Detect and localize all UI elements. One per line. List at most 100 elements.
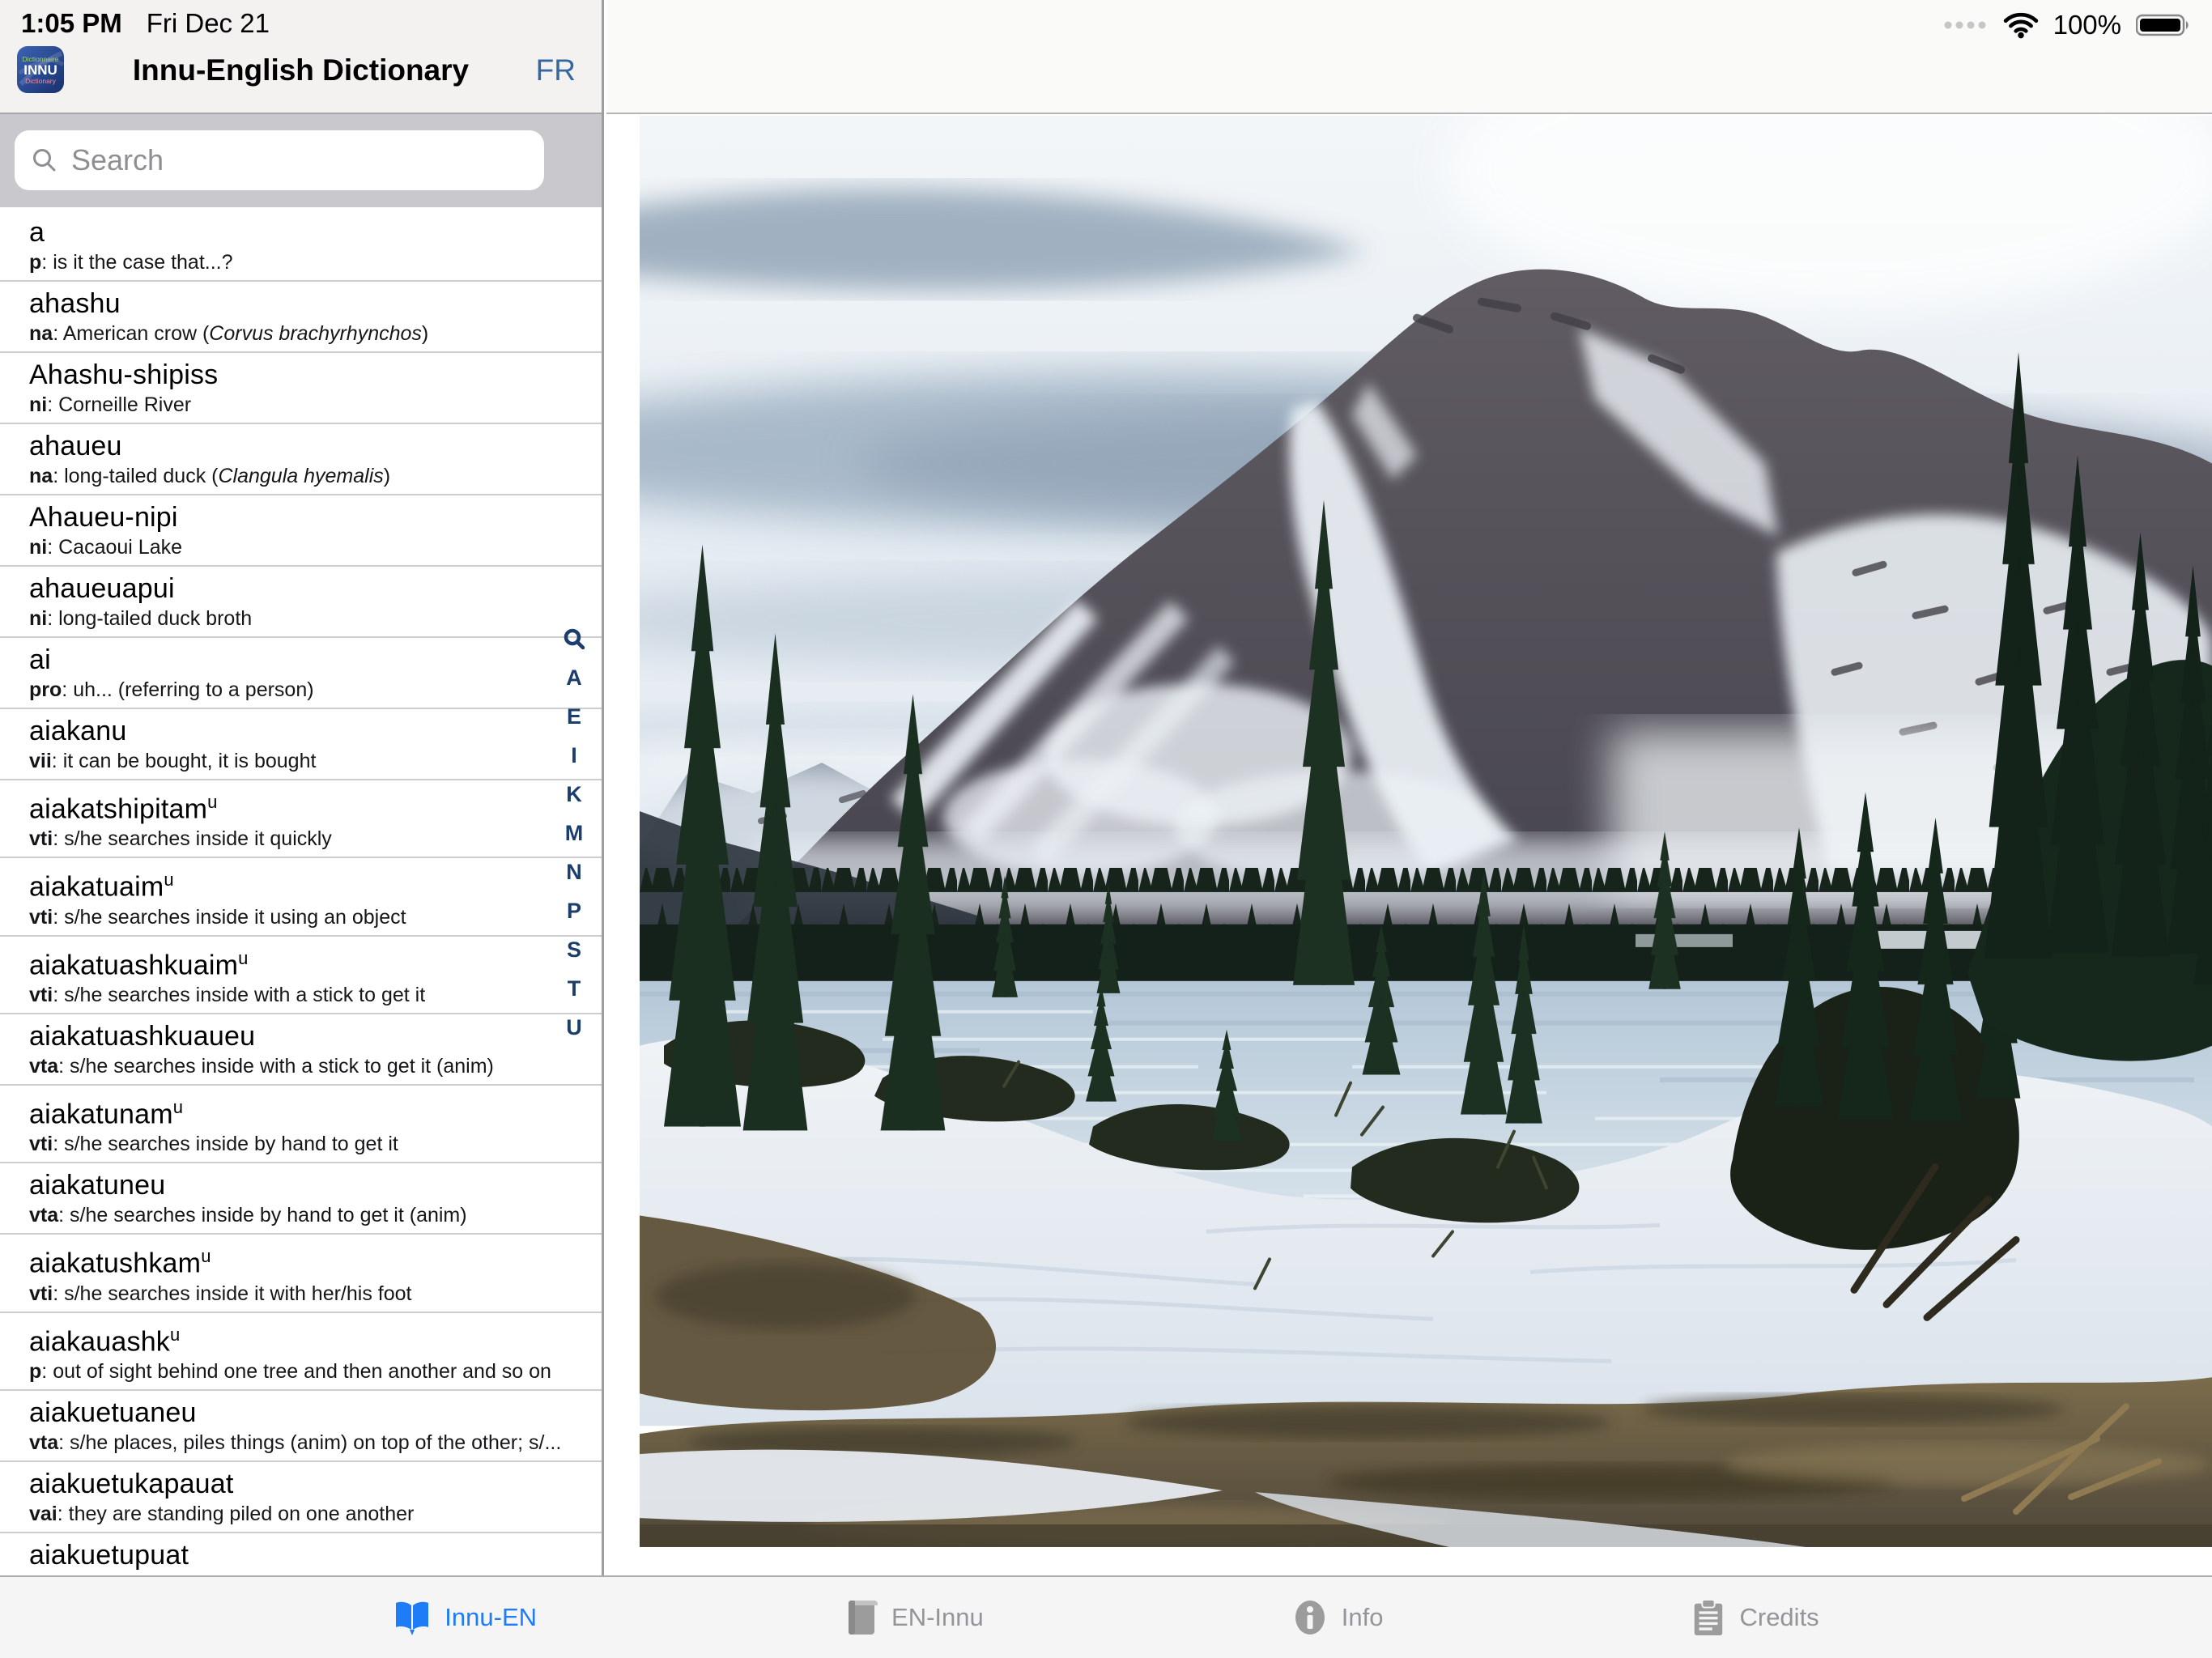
entry-definition: p: is it the case that...? (29, 249, 566, 275)
entry-definition: vti: s/he searches inside with a stick t… (29, 982, 566, 1008)
status-time: 1:05 PM (21, 8, 122, 39)
index-letter-m[interactable]: M (565, 822, 584, 844)
entry-definition: vti: s/he searches inside by hand to get… (29, 1131, 566, 1157)
wifi-icon (2003, 11, 2039, 39)
cellular-dots-icon (1943, 20, 1989, 30)
index-search-icon[interactable] (564, 628, 585, 650)
dictionary-entry[interactable]: ahaueuna: long-tailed duck (Clangula hye… (0, 424, 602, 495)
search-band (0, 114, 602, 207)
tab-en-innu[interactable]: EN-Innu (844, 1599, 984, 1636)
dictionary-entry[interactable]: aiakuetukapauatvai: they are standing pi… (0, 1462, 602, 1533)
dictionary-entry[interactable]: aiakatshipitamuvti: s/he searches inside… (0, 780, 602, 858)
sidebar-header: 1:05 PM Fri Dec 21 Dictionnaire INNU Dic… (0, 0, 602, 114)
entry-headword: aiakatunamu (29, 1090, 566, 1131)
dictionary-entry[interactable]: aiakatuashkuaimuvti: s/he searches insid… (0, 937, 602, 1014)
index-letter-u[interactable]: U (566, 1016, 582, 1039)
index-letter-t[interactable]: T (568, 977, 581, 1000)
status-bar-right: 100% (1943, 10, 2193, 40)
entry-definition: vai: they are standing piled on one anot… (29, 1501, 566, 1527)
entry-headword: aiakatuashkuaimu (29, 942, 566, 982)
entry-headword: Ahaueu-nipi (29, 500, 566, 534)
tab-innu-en[interactable]: Innu-EN (393, 1600, 537, 1635)
entry-definition: vti: s/he searches inside it using an ob… (29, 904, 566, 930)
index-letter-n[interactable]: N (566, 861, 582, 883)
entry-definition: ni: long-tailed duck broth (29, 606, 566, 631)
dictionary-entry[interactable]: Ahashu-shipissni: Corneille River (0, 353, 602, 424)
tab-bar: Innu-EN EN-Innu Info Credits (0, 1575, 2212, 1658)
entry-headword: ahashu (29, 287, 566, 321)
search-input[interactable] (71, 143, 528, 177)
battery-icon (2136, 12, 2193, 38)
dictionary-entry[interactable]: aipro: uh... (referring to a person) (0, 638, 602, 709)
dictionary-entry[interactable]: aiakatushkamuvti: s/he searches inside i… (0, 1235, 602, 1312)
dictionary-entry[interactable]: aiakatuashkuaueuvta: s/he searches insid… (0, 1014, 602, 1086)
tab-label: Innu-EN (445, 1603, 537, 1632)
index-letter-e[interactable]: E (567, 705, 581, 728)
entry-headword: aiakuetupuat (29, 1538, 566, 1572)
info-icon (1291, 1599, 1329, 1636)
dictionary-entry[interactable]: ahaueuapuini: long-tailed duck broth (0, 567, 602, 638)
dictionary-entry[interactable]: aiakatuaimuvti: s/he searches inside it … (0, 858, 602, 936)
tab-label: EN-Innu (891, 1603, 984, 1632)
battery-percent: 100% (2053, 10, 2121, 40)
dictionary-entry[interactable]: aiakanuvii: it can be bought, it is boug… (0, 709, 602, 780)
landscape-photo (640, 116, 2212, 1547)
entry-definition: na: long-tailed duck (Clangula hyemalis) (29, 463, 566, 489)
entry-headword: aiakauashku (29, 1318, 566, 1358)
entry-definition: vii: it can be bought, it is bought (29, 748, 566, 774)
page-title: Innu-English Dictionary (0, 53, 602, 87)
tab-credits[interactable]: Credits (1691, 1598, 1819, 1637)
index-letter-s[interactable]: S (567, 938, 581, 961)
language-toggle-button[interactable]: FR (536, 53, 576, 87)
dictionary-entry[interactable]: aiakuetupuatvai: things (anim) are place… (0, 1533, 602, 1575)
dictionary-entry[interactable]: aiakatuneuvta: s/he searches inside by h… (0, 1163, 602, 1235)
dictionary-entry[interactable]: aiakauashkup: out of sight behind one tr… (0, 1313, 602, 1391)
entry-definition: na: American crow (Corvus brachyrhynchos… (29, 321, 566, 346)
dictionary-entry[interactable]: ap: is it the case that...? (0, 210, 602, 282)
entry-definition: ni: Corneille River (29, 392, 566, 418)
entry-headword: ahaueu (29, 429, 566, 463)
index-letter-a[interactable]: A (566, 666, 582, 689)
entry-headword: ai (29, 643, 566, 677)
search-field[interactable] (15, 130, 544, 190)
clipboard-icon (1691, 1598, 1726, 1637)
closed-book-icon (844, 1599, 878, 1636)
entry-definition: pro: uh... (referring to a person) (29, 677, 566, 703)
status-date: Fri Dec 21 (147, 8, 270, 39)
dictionary-entry[interactable]: ahashuna: American crow (Corvus brachyrh… (0, 282, 602, 353)
entry-definition: vta: s/he searches inside by hand to get… (29, 1202, 566, 1228)
section-index: AEIKMNPSTU (559, 628, 589, 1039)
entry-definition: vta: s/he searches inside with a stick t… (29, 1053, 566, 1079)
entry-headword: aiakanu (29, 714, 566, 748)
detail-pane (606, 0, 2212, 1575)
search-icon (31, 147, 58, 174)
entry-headword: a (29, 215, 566, 249)
entry-definition: vta: s/he places, piles things (anim) on… (29, 1430, 566, 1456)
index-letter-p[interactable]: P (567, 899, 581, 922)
entry-definition: vti: s/he searches inside it with her/hi… (29, 1281, 566, 1307)
entry-headword: aiakuetuaneu (29, 1396, 566, 1430)
entry-headword: aiakuetukapauat (29, 1467, 566, 1501)
index-letter-k[interactable]: K (566, 783, 582, 806)
tab-label: Credits (1739, 1603, 1819, 1632)
entry-list: ap: is it the case that...?ahashuna: Ame… (0, 207, 602, 1575)
dictionary-entry[interactable]: Ahaueu-nipini: Cacaoui Lake (0, 495, 602, 567)
sidebar: 1:05 PM Fri Dec 21 Dictionnaire INNU Dic… (0, 0, 604, 1575)
entry-headword: ahaueuapui (29, 572, 566, 606)
entry-definition: ni: Cacaoui Lake (29, 534, 566, 560)
open-book-icon (393, 1600, 432, 1635)
index-letter-i[interactable]: I (571, 744, 577, 767)
entry-headword: aiakatuaimu (29, 863, 566, 903)
entry-headword: Ahashu-shipiss (29, 358, 566, 392)
entry-headword: aiakatuashkuaueu (29, 1019, 566, 1053)
entry-headword: aiakatushkamu (29, 1239, 566, 1280)
dictionary-entry[interactable]: aiakuetuaneuvta: s/he places, piles thin… (0, 1391, 602, 1462)
dictionary-entry[interactable]: aiakatunamuvti: s/he searches inside by … (0, 1086, 602, 1163)
entry-definition: p: out of sight behind one tree and then… (29, 1358, 566, 1384)
entry-definition: vti: s/he searches inside it quickly (29, 826, 566, 852)
tab-label: Info (1342, 1603, 1384, 1632)
status-bar-left: 1:05 PM Fri Dec 21 (21, 8, 270, 39)
tab-info[interactable]: Info (1291, 1599, 1384, 1636)
entry-headword: aiakatshipitamu (29, 785, 566, 826)
entry-headword: aiakatuneu (29, 1168, 566, 1202)
